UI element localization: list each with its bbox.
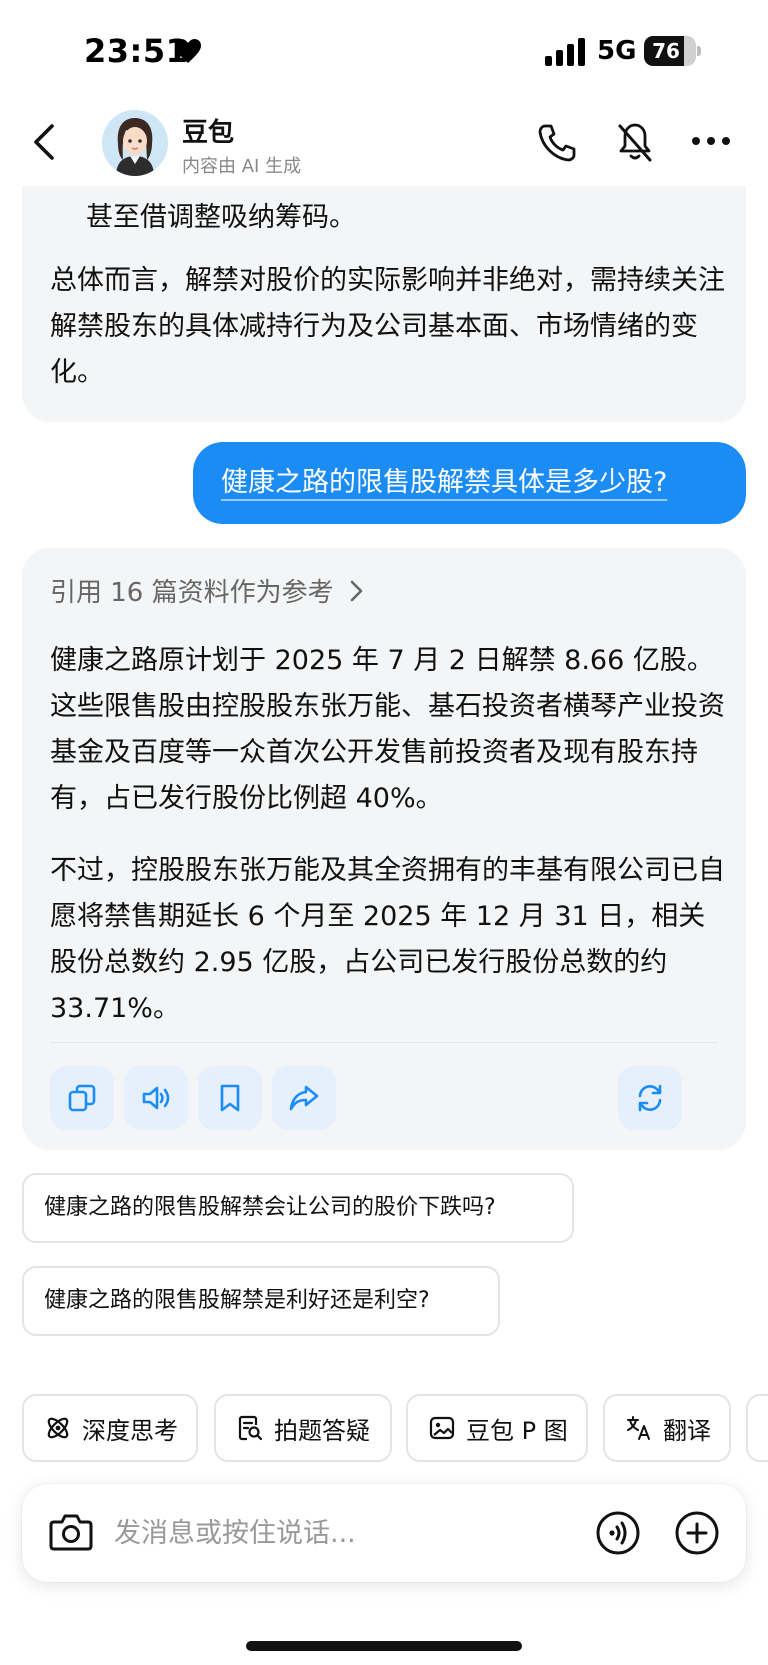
copy-button[interactable] <box>50 1066 114 1130</box>
speaker-icon <box>142 1086 170 1110</box>
ai-message-current: 引用 16 篇资料作为参考 健康之路原计划于 2025 年 7 月 2 日解禁 … <box>22 548 746 1150</box>
search-doc-icon <box>238 1415 263 1441</box>
mute-icon[interactable] <box>614 120 656 164</box>
heart-icon <box>175 39 201 63</box>
reference-link[interactable]: 引用 16 篇资料作为参考 <box>50 572 364 609</box>
chevron-right-icon <box>350 580 362 601</box>
suggested-question[interactable]: 健康之路的限售股解禁是利好还是利空? <box>22 1266 500 1336</box>
plus-icon[interactable] <box>674 1510 720 1556</box>
status-bar: 23:51 5G 76 <box>0 0 768 100</box>
avatar-icon <box>102 110 168 176</box>
message-input-bar <box>22 1484 746 1582</box>
translate-icon <box>627 1416 650 1440</box>
status-time: 23:51 <box>84 32 189 70</box>
message-input[interactable] <box>114 1510 554 1556</box>
phone-icon[interactable] <box>536 122 578 164</box>
translate-chip[interactable]: 翻译 <box>603 1394 731 1462</box>
bookmark-button[interactable] <box>198 1066 262 1130</box>
more-tools-chip[interactable] <box>746 1394 768 1462</box>
bot-name: 豆包 <box>182 118 235 148</box>
battery-level: 76 <box>652 39 680 63</box>
suggested-question[interactable]: 健康之路的限售股解禁会让公司的股价下跌吗? <box>22 1173 574 1243</box>
answer-paragraph-2: 不过，控股股东张万能及其全资拥有的丰基有限公司已自愿将禁售期延长 6 个月至 2… <box>50 855 725 1024</box>
bookmark-icon <box>220 1084 240 1112</box>
more-icon[interactable] <box>690 134 732 148</box>
refresh-icon <box>638 1084 662 1112</box>
ai-generated-label: 内容由 AI 生成 <box>182 156 302 177</box>
chat-screen: 23:51 5G 76 甚至借调整吸纳筹码。 总体而言，解禁对股价的实际影响并非… <box>0 0 768 1665</box>
chip-label: 翻译 <box>663 1416 711 1445</box>
share-icon <box>289 1085 319 1111</box>
back-icon[interactable] <box>28 120 60 164</box>
home-indicator[interactable] <box>246 1641 522 1651</box>
photo-solve-chip[interactable]: 拍题答疑 <box>214 1394 392 1462</box>
chip-label: 拍题答疑 <box>274 1416 370 1445</box>
atom-icon <box>47 1417 69 1439</box>
network-label: 5G <box>597 36 637 66</box>
voice-icon[interactable] <box>595 1510 641 1556</box>
deep-think-chip[interactable]: 深度思考 <box>22 1394 198 1462</box>
copy-icon <box>68 1084 96 1112</box>
image-edit-chip[interactable]: 豆包 P 图 <box>406 1394 588 1462</box>
regenerate-button[interactable] <box>618 1066 682 1130</box>
signal-icon <box>545 38 585 66</box>
read-aloud-button[interactable] <box>124 1066 188 1130</box>
message-paragraph: 总体而言，解禁对股价的实际影响并非绝对，需持续关注解禁股东的具体减持行为及公司基… <box>50 265 725 388</box>
chip-label: 深度思考 <box>82 1416 178 1445</box>
chip-label: 豆包 P 图 <box>466 1416 568 1445</box>
user-message-text: 健康之路的限售股解禁具体是多少股? <box>221 467 668 498</box>
message-tail-line: 甚至借调整吸纳筹码。 <box>86 202 356 233</box>
image-edit-icon <box>429 1416 455 1440</box>
divider <box>50 1042 718 1043</box>
avatar[interactable] <box>102 110 168 176</box>
user-message[interactable]: 健康之路的限售股解禁具体是多少股? <box>193 442 746 524</box>
answer-paragraph-1: 健康之路原计划于 2025 年 7 月 2 日解禁 8.66 亿股。这些限售股由… <box>50 645 725 814</box>
chat-header: 豆包 内容由 AI 生成 <box>0 100 768 186</box>
share-button[interactable] <box>272 1066 336 1130</box>
battery-icon: 76 <box>644 36 702 66</box>
ai-message-previous: 甚至借调整吸纳筹码。 总体而言，解禁对股价的实际影响并非绝对，需持续关注解禁股东… <box>22 150 746 422</box>
reference-label: 引用 16 篇资料作为参考 <box>50 578 334 608</box>
camera-icon[interactable] <box>48 1510 94 1554</box>
